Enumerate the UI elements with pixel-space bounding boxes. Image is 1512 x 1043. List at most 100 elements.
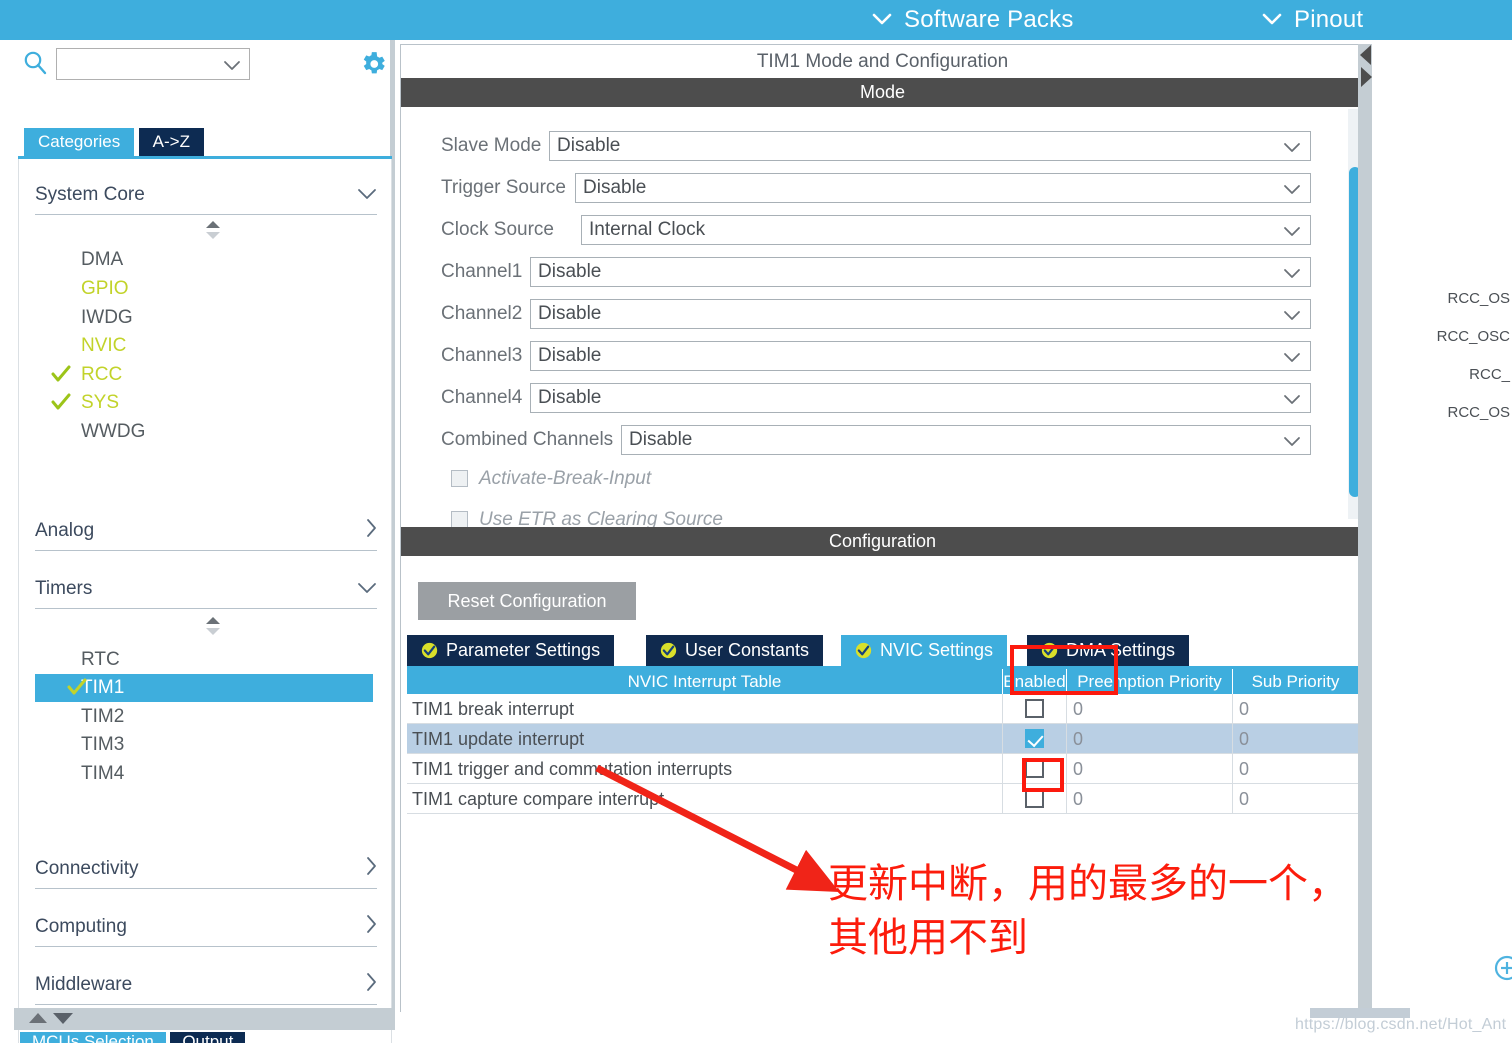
trigger-source-combobox[interactable]: Disable [575, 173, 1311, 203]
tab-label: NVIC Settings [880, 640, 994, 660]
search-input[interactable] [61, 51, 221, 77]
enabled-cell[interactable] [1003, 784, 1067, 813]
channel1-combobox[interactable]: Disable [530, 257, 1311, 287]
chevron-down-icon[interactable] [223, 56, 241, 74]
table-row[interactable]: TIM1 capture compare interrupt 0 0 [407, 784, 1358, 814]
search-combobox[interactable] [56, 48, 250, 80]
sidebar-item-nvic[interactable]: NVIC [19, 332, 361, 360]
tab-categories[interactable]: Categories [24, 128, 135, 156]
channel2-combobox[interactable]: Disable [530, 299, 1311, 329]
sidebar-item-gpio[interactable]: GPIO [19, 275, 361, 303]
chevron-down-icon [1283, 348, 1301, 366]
checkbox-icon[interactable] [451, 470, 468, 487]
collapse-right-arrow-icon[interactable] [1359, 66, 1373, 93]
status-check-icon [660, 642, 677, 659]
zoom-in-icon[interactable] [1494, 955, 1512, 981]
preemption-priority-cell[interactable]: 0 [1067, 694, 1233, 723]
sidebar-item-iwdg[interactable]: IWDG [19, 304, 361, 332]
sidebar-group-analog[interactable]: Analog [35, 511, 377, 551]
item-label: SYS [81, 392, 120, 413]
tab-nvic-settings[interactable]: NVIC Settings [841, 635, 1008, 666]
sidebar-item-tim4[interactable]: TIM4 [19, 760, 361, 788]
combobox-value: Disable [557, 135, 621, 156]
sidebar-item-wwdg[interactable]: WWDG [19, 418, 361, 446]
chevron-down-icon [1283, 306, 1301, 324]
scroll-up-arrow-icon[interactable] [28, 1011, 48, 1025]
combobox-value: Disable [538, 345, 602, 366]
field-slave-mode: Slave Mode Disable [441, 131, 1311, 161]
channel3-combobox[interactable]: Disable [530, 341, 1311, 371]
enabled-checkbox[interactable] [1025, 729, 1044, 748]
menu-pinout[interactable]: Pinout [1262, 0, 1363, 40]
menu-software-packs[interactable]: Software Packs [872, 0, 1074, 40]
pin-label: RCC_ [1469, 366, 1510, 383]
enabled-checkbox[interactable] [1025, 699, 1044, 718]
tab-a-to-z[interactable]: A->Z [138, 128, 204, 156]
tab-user-constants[interactable]: User Constants [646, 635, 824, 666]
preemption-priority-cell[interactable]: 0 [1067, 724, 1233, 753]
tab-parameter-settings[interactable]: Parameter Settings [407, 635, 615, 666]
mode-section-header: Mode [401, 78, 1364, 107]
preemption-priority-cell[interactable]: 0 [1067, 754, 1233, 783]
sidebar-item-sys[interactable]: SYS [19, 389, 361, 417]
sidebar-group-computing[interactable]: Computing [35, 907, 377, 947]
sidebar-item-tim1[interactable]: TIM1 [35, 674, 373, 702]
slave-mode-combobox[interactable]: Disable [549, 131, 1311, 161]
tab-output[interactable]: Output [170, 1032, 246, 1043]
column-header-preemption-priority: Preemption Priority [1067, 669, 1233, 694]
sub-priority-cell[interactable]: 0 [1233, 724, 1358, 753]
enabled-checkbox[interactable] [1025, 789, 1044, 808]
clock-source-combobox[interactable]: Internal Clock [581, 215, 1311, 245]
scroll-down-arrow-icon[interactable] [52, 1011, 74, 1025]
sidebar-item-rcc[interactable]: RCC [19, 361, 361, 389]
status-check-icon [1041, 642, 1058, 659]
sidebar-horizontal-scrollbar[interactable] [14, 1008, 395, 1030]
preemption-priority-cell[interactable]: 0 [1067, 784, 1233, 813]
sidebar-item-tim2[interactable]: TIM2 [19, 703, 361, 731]
sidebar-group-system-core[interactable]: System Core [35, 175, 377, 215]
item-label: TIM3 [81, 734, 125, 755]
tab-dma-settings[interactable]: DMA Settings [1027, 635, 1190, 666]
enabled-cell[interactable] [1003, 694, 1067, 723]
enabled-checkbox[interactable] [1025, 759, 1044, 778]
chevron-down-icon [872, 9, 892, 32]
sub-priority-cell[interactable]: 0 [1233, 694, 1358, 723]
watermark-text: https://blog.csdn.net/Hot_Ant [1295, 1016, 1507, 1033]
sidebar-item-dma[interactable]: DMA [19, 246, 361, 274]
chevron-down-icon [1283, 222, 1301, 240]
item-label: TIM1 [81, 677, 125, 698]
table-row[interactable]: TIM1 update interrupt 0 0 [407, 724, 1358, 754]
tab-mcus-selection[interactable]: MCUs Selection [20, 1032, 166, 1043]
enabled-cell[interactable] [1003, 754, 1067, 783]
combobox-value: Internal Clock [589, 219, 706, 240]
enabled-cell[interactable] [1003, 724, 1067, 753]
reset-configuration-button[interactable]: Reset Configuration [418, 582, 636, 620]
channel4-combobox[interactable]: Disable [530, 383, 1311, 413]
item-label: NVIC [81, 335, 127, 356]
sidebar-item-tim3[interactable]: TIM3 [19, 731, 361, 759]
sidebar-group-middleware[interactable]: Middleware [35, 965, 377, 1005]
table-row[interactable]: TIM1 break interrupt 0 0 [407, 694, 1358, 724]
configuration-section-header: Configuration [401, 527, 1364, 556]
panel-collapse-strip[interactable] [1358, 44, 1372, 1008]
item-label: WWDG [81, 421, 146, 442]
gear-icon[interactable] [358, 49, 388, 79]
scroll-spinner-timers[interactable] [204, 615, 222, 635]
sub-priority-cell[interactable]: 0 [1233, 754, 1358, 783]
scroll-spinner-system-core[interactable] [204, 219, 222, 239]
tab-label: DMA Settings [1066, 640, 1176, 660]
combined-channels-combobox[interactable]: Disable [621, 425, 1311, 455]
sidebar-group-connectivity[interactable]: Connectivity [35, 849, 377, 889]
combobox-value: Disable [538, 261, 602, 282]
sidebar-item-rtc[interactable]: RTC [19, 646, 361, 674]
sub-priority-cell[interactable]: 0 [1233, 784, 1358, 813]
field-label: Channel1 [441, 261, 523, 282]
pin-label: RCC_OS [1447, 404, 1510, 421]
combobox-value: Disable [629, 429, 693, 450]
sidebar-group-timers[interactable]: Timers [35, 569, 377, 609]
group-label: System Core [35, 183, 145, 205]
field-label: Channel3 [441, 345, 523, 366]
table-row[interactable]: TIM1 trigger and commutation interrupts … [407, 754, 1358, 784]
category-panel: System Core DMA GPIO IWDG NVIC RCC SYS W… [18, 159, 392, 1043]
checkbox-icon[interactable] [451, 511, 468, 527]
